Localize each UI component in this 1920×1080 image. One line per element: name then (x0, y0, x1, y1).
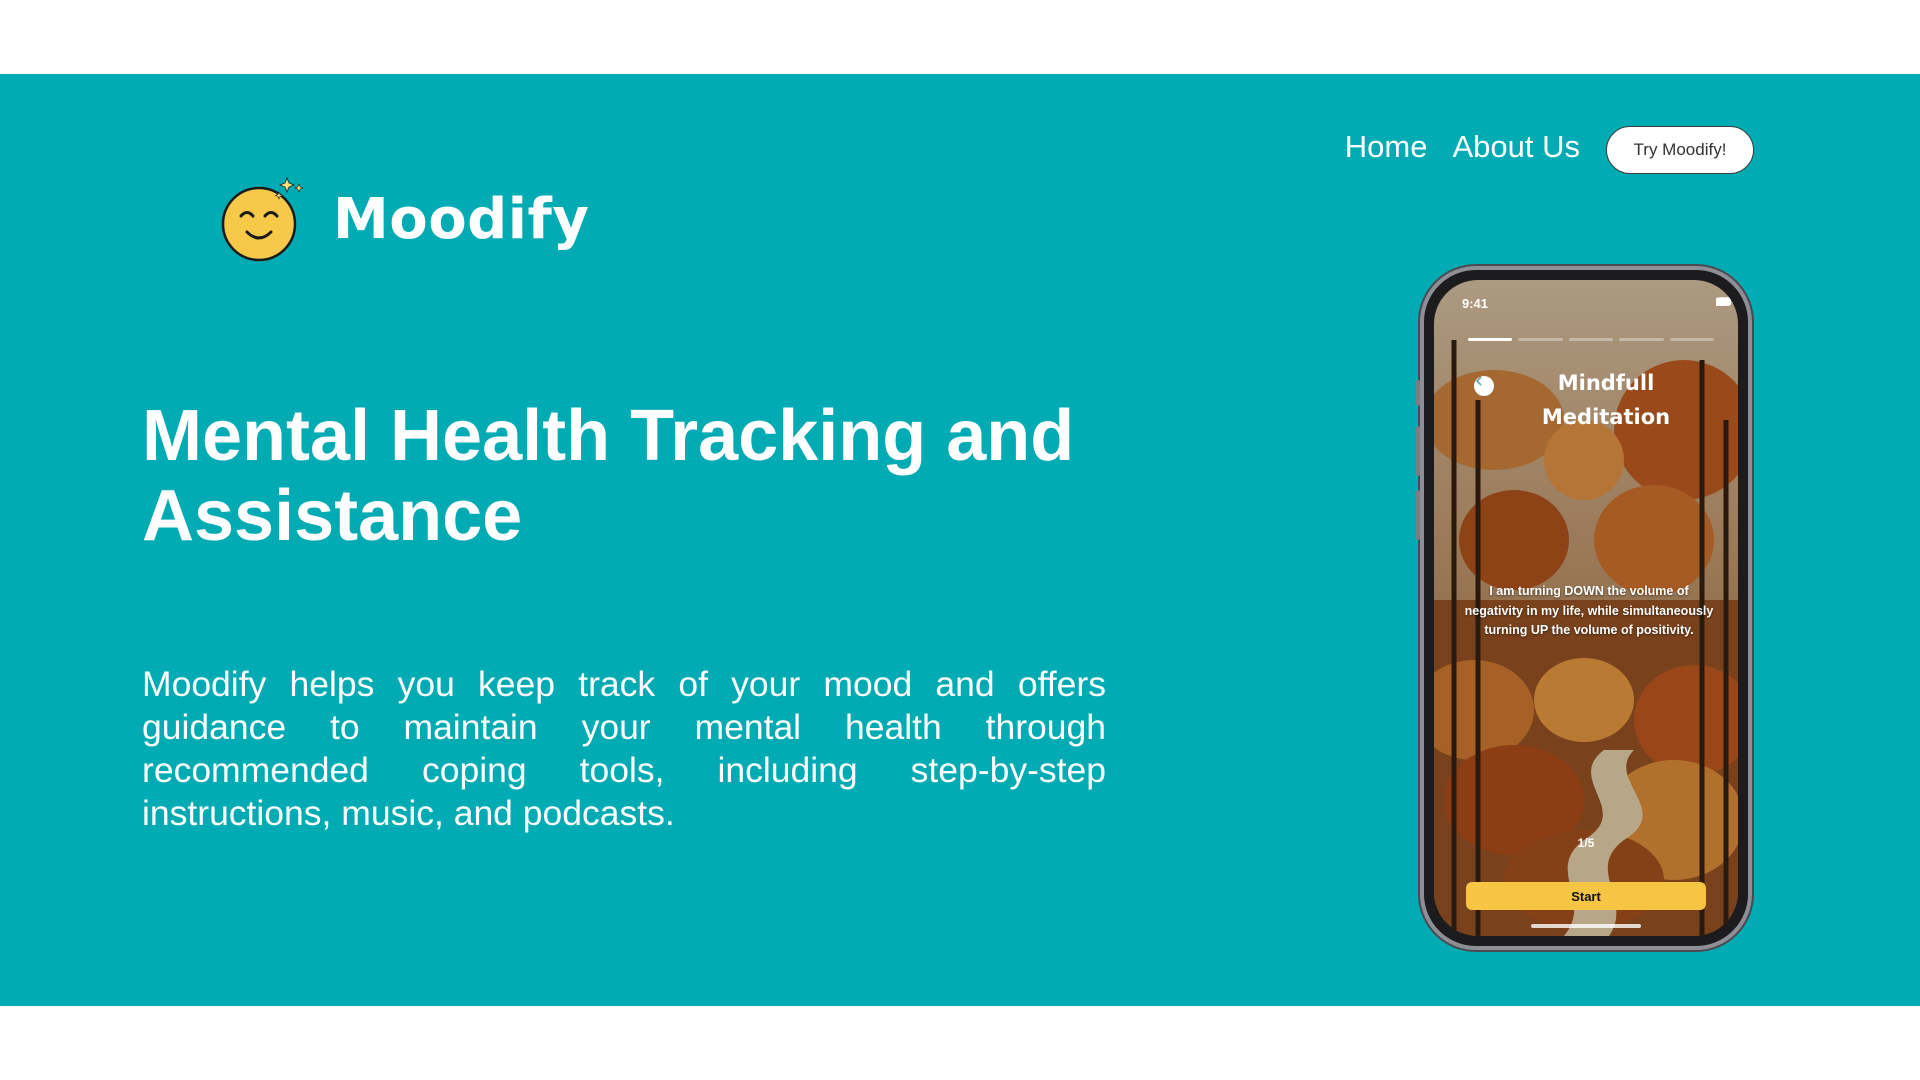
phone-mockup: 9:41 Mindfull Meditation I am turning DO… (1416, 266, 1752, 950)
hero-section: Moodify Home About Us Try Moodify! Menta… (0, 74, 1920, 1006)
brand-name: Moodify (333, 186, 590, 252)
hero-headline: Mental Health Tracking and Assistance (142, 396, 1075, 556)
home-indicator (1531, 924, 1641, 928)
screen-title: Mindfull Meditation (1541, 371, 1671, 429)
smiley-face-icon (221, 174, 311, 264)
chevron-left-icon (1475, 376, 1482, 386)
step-progress (1468, 338, 1715, 341)
main-nav: Home About Us Try Moodify! (1345, 120, 1754, 174)
battery-icon (1716, 297, 1734, 306)
status-time: 9:41 (1462, 296, 1489, 311)
brand-logo[interactable]: Moodify (221, 174, 589, 264)
start-button[interactable]: Start (1466, 882, 1706, 910)
hero-description: Moodify helps you keep track of your moo… (142, 664, 1106, 833)
try-moodify-button[interactable]: Try Moodify! (1606, 126, 1754, 174)
affirmation-text: I am turning DOWN the volume of negativi… (1464, 584, 1714, 637)
phone-screen: 9:41 Mindfull Meditation I am turning DO… (1434, 280, 1738, 936)
step-counter: 1/5 (1577, 836, 1595, 850)
nav-home-link[interactable]: Home (1345, 129, 1428, 165)
back-button[interactable] (1474, 376, 1494, 396)
nav-about-link[interactable]: About Us (1452, 129, 1580, 165)
